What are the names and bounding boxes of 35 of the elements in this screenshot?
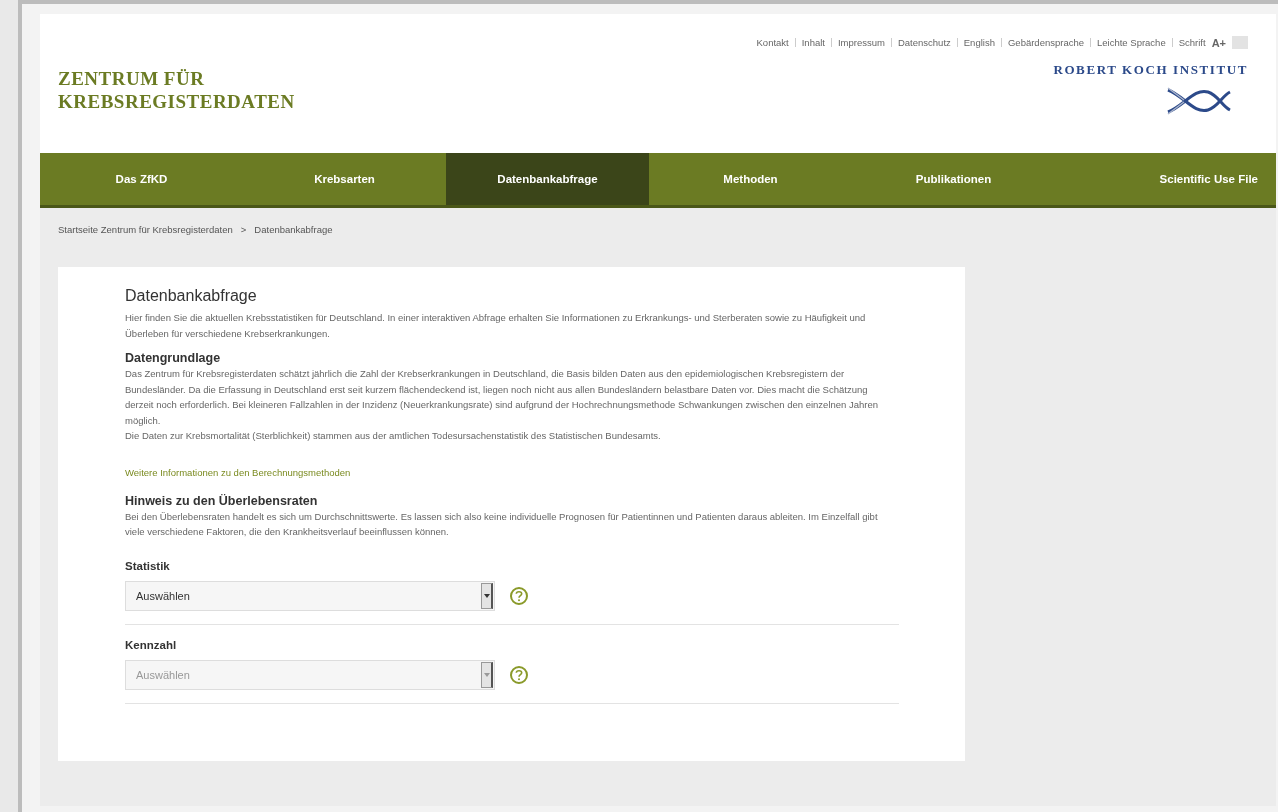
- institute-logo-text: ROBERT KOCH INSTITUT: [1053, 62, 1248, 78]
- utility-link[interactable]: Kontakt: [756, 37, 789, 48]
- nav-tab[interactable]: Methoden: [649, 153, 852, 205]
- utility-link[interactable]: Leichte Sprache: [1097, 37, 1166, 48]
- font-size-label: Schrift: [1178, 37, 1206, 48]
- utility-link[interactable]: Gebärdensprache: [1007, 37, 1084, 48]
- dropdown-arrow-icon: [483, 672, 490, 677]
- dropdown-arrow-icon: [483, 593, 490, 598]
- breadcrumb-link[interactable]: Startseite Zentrum für Krebsregisterdaten: [58, 224, 233, 235]
- section-heading: Datengrundlage: [125, 351, 222, 365]
- section-text: Das Zentrum für Krebsregisterdaten schätzt jährlich die Zahl der Krebserkrankungen in Deutschland, die Basis bilden Daten aus den epidemiologischen Krebsregistern der Bundesländer. Da die Erfassung in Deutschland erst seit kurzem flächendeckend ist, liegen noch nicht aus allen Bundesländern belastbare Daten vor. Dies macht die Schätzung derzeit noch erforderlich. Bei kleineren Fallzahlen in der Inzidenz (Neuerkrankungsrate) sind aufgrund der Hochrechnungsmethode Schwankungen zwischen den einzelnen Jahren möglich.: [125, 367, 880, 428]
- info-link[interactable]: Weitere Informationen zu den Berechnungsmethoden: [125, 466, 351, 478]
- nav-tab[interactable]: Krebsarten: [243, 153, 446, 205]
- help-icon[interactable]: [509, 664, 529, 685]
- site-title: KREBSREGISTERDATEN: [58, 90, 295, 113]
- section-text: Die Daten zur Krebsmortalität (Sterblichkeit) stammen aus der amtlichen Todesursachenstatistik des Statistischen Bundesamts.: [125, 429, 662, 443]
- nav-tab[interactable]: Das ZfKD: [40, 153, 243, 205]
- section-text: Bei den Überlebensraten handelt es sich um Durchschnittswerte. Es lassen sich also keine individuelle Prognosen für Patientinnen und Patienten daraus ableiten. Im Einzelfall gibt viele verschiedene Faktoren, die den Krankheitsverlauf beeinflussen können.: [125, 509, 879, 539]
- nav-tab[interactable]: Scientific Use File: [1055, 153, 1276, 205]
- field-label: Statistik: [125, 559, 171, 572]
- intro-text: Hier finden Sie die aktuellen Krebsstatistiken für Deutschland. In einer interaktiven Abfrage erhalten Sie Informationen zu Erkrankungs- und Sterberaten sowie zu Häufigkeit und Überleben für verschiedene Krebserkrankungen.: [125, 311, 867, 341]
- nav-tab[interactable]: Publikationen: [852, 153, 1055, 205]
- page-title: Datenbankabfrage: [125, 287, 258, 305]
- section-heading: Hinweis zu den Überlebensraten: [125, 493, 319, 508]
- utility-link[interactable]: Inhalt: [801, 37, 825, 48]
- select-field[interactable]: Auswählen: [125, 580, 495, 611]
- utility-link[interactable]: Datenschutz: [897, 37, 951, 48]
- site-title: ZENTRUM FÜR: [58, 67, 206, 90]
- breadcrumb-link[interactable]: Datenbankabfrage: [254, 224, 333, 235]
- font-increase-link[interactable]: A+: [1211, 36, 1226, 49]
- field-label: Kennzahl: [125, 638, 178, 651]
- utility-link[interactable]: English: [963, 37, 995, 48]
- utility-link[interactable]: Impressum: [838, 37, 885, 48]
- breadcrumb-separator: >: [240, 224, 247, 235]
- help-icon[interactable]: [509, 585, 529, 606]
